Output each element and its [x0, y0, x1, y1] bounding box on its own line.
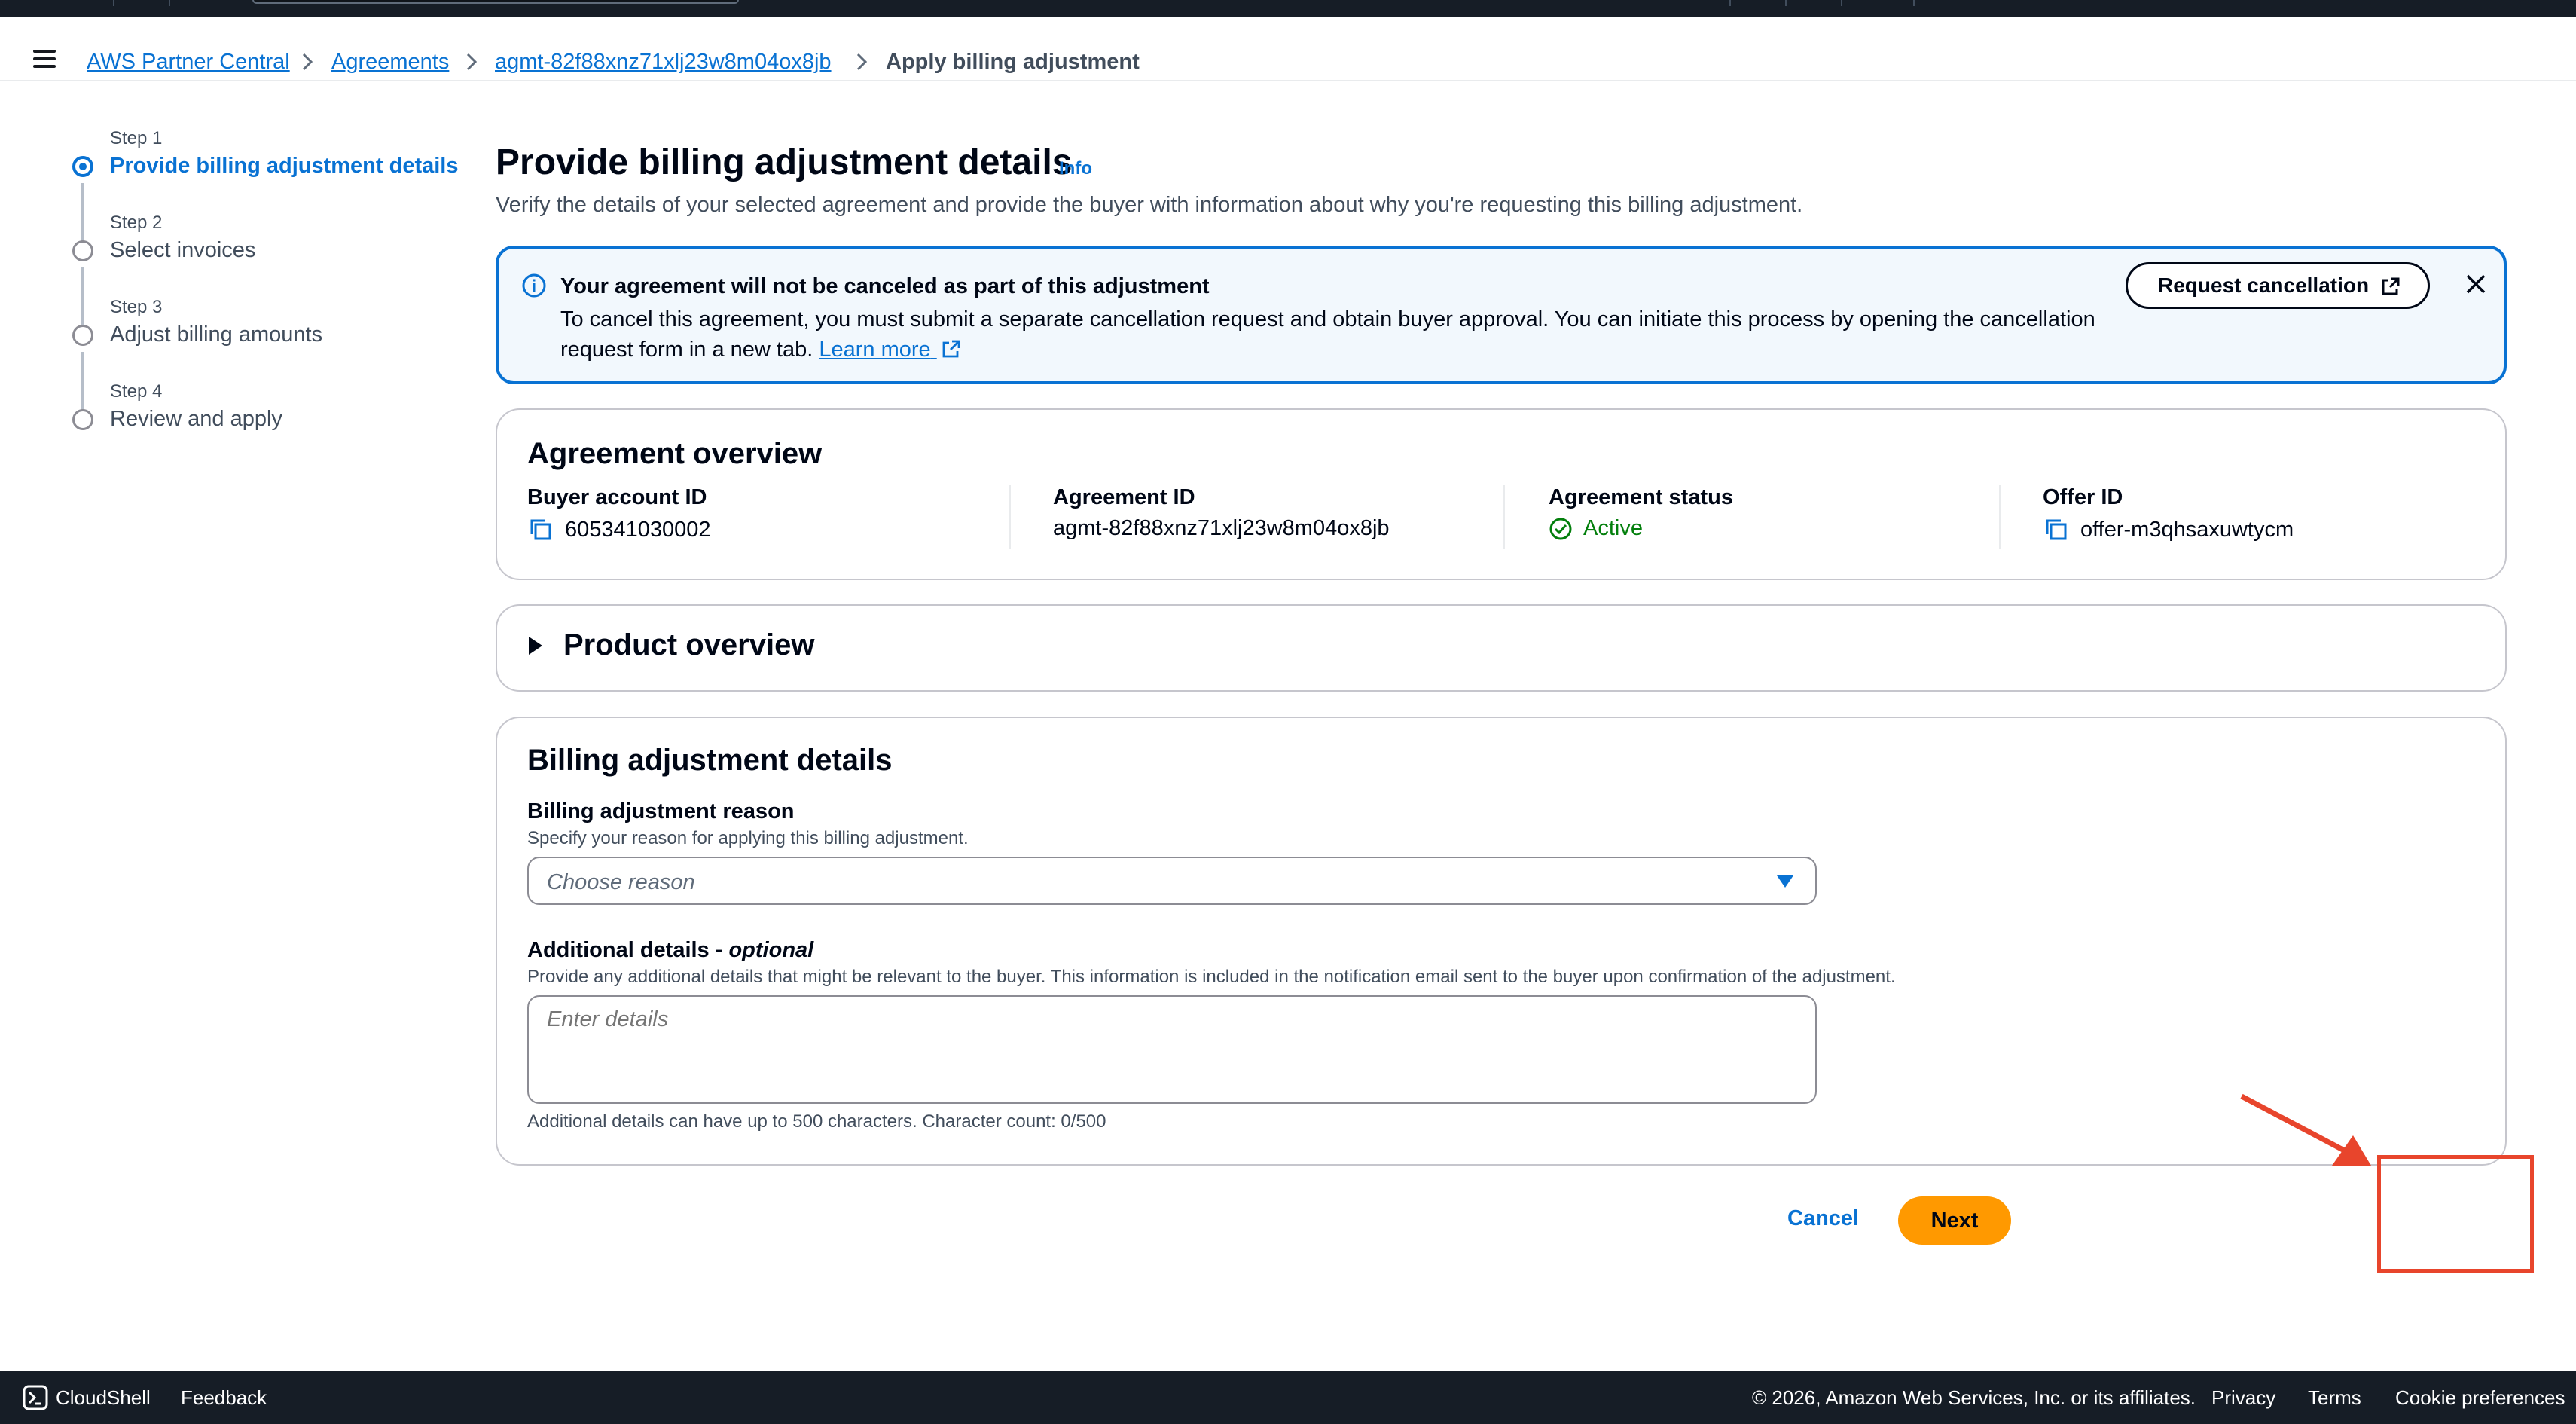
copy-icon[interactable] [527, 516, 554, 543]
billing-adjustment-card: Billing adjustment details Billing adjus… [496, 717, 2507, 1166]
copyright-text: © 2026, Amazon Web Services, Inc. or its… [1752, 1386, 2196, 1409]
nav-divider [1785, 0, 1787, 6]
info-link[interactable]: Info [1059, 158, 1092, 179]
nav-divider [113, 0, 114, 6]
nav-divider [169, 0, 170, 6]
step-title[interactable]: Provide billing adjustment details [110, 154, 458, 179]
column-divider [1503, 485, 1505, 549]
chevron-right-icon [302, 53, 313, 71]
breadcrumb-agreements[interactable]: Agreements [331, 48, 449, 75]
breadcrumb-current: Apply billing adjustment [886, 50, 1140, 74]
close-icon[interactable] [2463, 271, 2489, 297]
request-cancellation-label: Request cancellation [2158, 273, 2370, 297]
external-link-icon [2382, 277, 2400, 295]
step-active-icon [72, 156, 93, 177]
step-title: Review and apply [110, 407, 282, 431]
cookie-preferences-link[interactable]: Cookie preferences [2395, 1386, 2565, 1410]
chevron-right-icon [856, 53, 868, 71]
page-title: Provide billing adjustment details [496, 142, 1073, 182]
nav-divider [1841, 0, 1842, 6]
cloudshell-link[interactable]: CloudShell [56, 1386, 151, 1410]
reason-select[interactable]: Choose reason [527, 857, 1817, 905]
console-top-bar [0, 0, 2576, 17]
nav-divider [1729, 0, 1731, 6]
agreement-status-value-row: Active [1549, 516, 1733, 541]
buyer-account-label: Buyer account ID [527, 485, 707, 509]
feedback-link[interactable]: Feedback [181, 1386, 267, 1410]
annotation-highlight-box [2377, 1155, 2534, 1273]
details-label-text: Additional details - [527, 938, 729, 962]
buyer-account-value: 605341030002 [565, 517, 711, 542]
search-input[interactable] [252, 0, 739, 4]
step-number: Step 1 [110, 128, 163, 148]
column-divider [1009, 485, 1011, 549]
caret-down-icon [1777, 875, 1793, 888]
offer-id-label: Offer ID [2043, 485, 2123, 509]
learn-more-link[interactable]: Learn more [819, 338, 960, 362]
request-cancellation-button[interactable]: Request cancellation [2126, 262, 2430, 309]
offer-id-field: Offer ID offer-m3qhsaxuwtycm [2043, 485, 2294, 553]
privacy-link[interactable]: Privacy [2211, 1386, 2275, 1410]
cancel-link[interactable]: Cancel [1787, 1206, 1859, 1231]
details-textarea[interactable] [527, 995, 1817, 1104]
breadcrumb-partner-central[interactable]: AWS Partner Central [87, 48, 290, 75]
offer-id-value-row: offer-m3qhsaxuwtycm [2043, 516, 2294, 543]
page-description: Verify the details of your selected agre… [496, 193, 1803, 217]
next-button[interactable]: Next [1898, 1196, 2011, 1245]
agreement-id-label: Agreement ID [1053, 485, 1195, 509]
console-footer: CloudShell Feedback © 2026, Amazon Web S… [0, 1371, 2576, 1424]
details-constraint: Additional details can have up to 500 ch… [527, 1111, 1106, 1132]
breadcrumb-bar: AWS Partner Central Agreements agmt-82f8… [0, 17, 2576, 81]
step-number: Step 4 [110, 381, 163, 402]
breadcrumb-agreement-id[interactable]: agmt-82f88xnz71xlj23w8m04ox8jb [495, 48, 832, 75]
agreement-status-value: Active [1583, 516, 1643, 540]
buyer-account-field: Buyer account ID 605341030002 [527, 485, 711, 553]
terms-link[interactable]: Terms [2308, 1386, 2361, 1410]
billing-adjustment-title: Billing adjustment details [527, 744, 893, 777]
agreement-status-label: Agreement status [1549, 485, 1733, 509]
chevron-right-icon [466, 53, 478, 71]
details-optional: optional [728, 938, 814, 962]
agreement-id-value: agmt-82f88xnz71xlj23w8m04ox8jb [1053, 516, 1390, 540]
alert-title: Your agreement will not be canceled as p… [560, 274, 1210, 298]
alert-body: To cancel this agreement, you must submi… [560, 304, 2104, 365]
step-number: Step 3 [110, 297, 163, 317]
details-label: Additional details - optional [527, 938, 813, 963]
learn-more-text: Learn more [819, 338, 931, 362]
agreement-overview-card: Agreement overview Buyer account ID 6053… [496, 408, 2507, 580]
alert-body-text: To cancel this agreement, you must submi… [560, 307, 2095, 362]
reason-label: Billing adjustment reason [527, 799, 795, 824]
agreement-overview-title: Agreement overview [527, 437, 823, 470]
cloudshell-icon[interactable] [23, 1385, 48, 1410]
info-alert: Your agreement will not be canceled as p… [496, 246, 2507, 384]
status-success-icon [1549, 518, 1572, 539]
agreement-status-field: Agreement status Active [1549, 485, 1733, 553]
product-overview-title: Product overview [563, 628, 815, 662]
step-inactive-icon [72, 409, 93, 430]
buyer-account-value-row: 605341030002 [527, 516, 711, 543]
hamburger-menu-icon[interactable] [33, 50, 56, 68]
product-overview-expandable[interactable]: Product overview [496, 604, 2507, 692]
product-overview-header[interactable]: Product overview [527, 628, 814, 662]
info-icon [522, 273, 546, 298]
step-title: Select invoices [110, 238, 256, 262]
copy-icon[interactable] [2043, 516, 2070, 543]
nav-divider [1913, 0, 1915, 6]
reason-placeholder: Choose reason [547, 870, 695, 894]
details-description: Provide any additional details that migh… [527, 967, 1896, 987]
step-title: Adjust billing amounts [110, 322, 323, 347]
reason-description: Specify your reason for applying this bi… [527, 828, 969, 848]
offer-id-value: offer-m3qhsaxuwtycm [2080, 517, 2294, 542]
column-divider [1999, 485, 2001, 549]
annotation-arrow-icon [2240, 1093, 2371, 1166]
external-link-icon [942, 340, 960, 358]
step-inactive-icon [72, 325, 93, 346]
step-inactive-icon [72, 240, 93, 261]
step-number: Step 2 [110, 212, 163, 233]
caret-right-icon [529, 636, 542, 655]
agreement-id-field: Agreement ID agmt-82f88xnz71xlj23w8m04ox… [1053, 485, 1390, 553]
